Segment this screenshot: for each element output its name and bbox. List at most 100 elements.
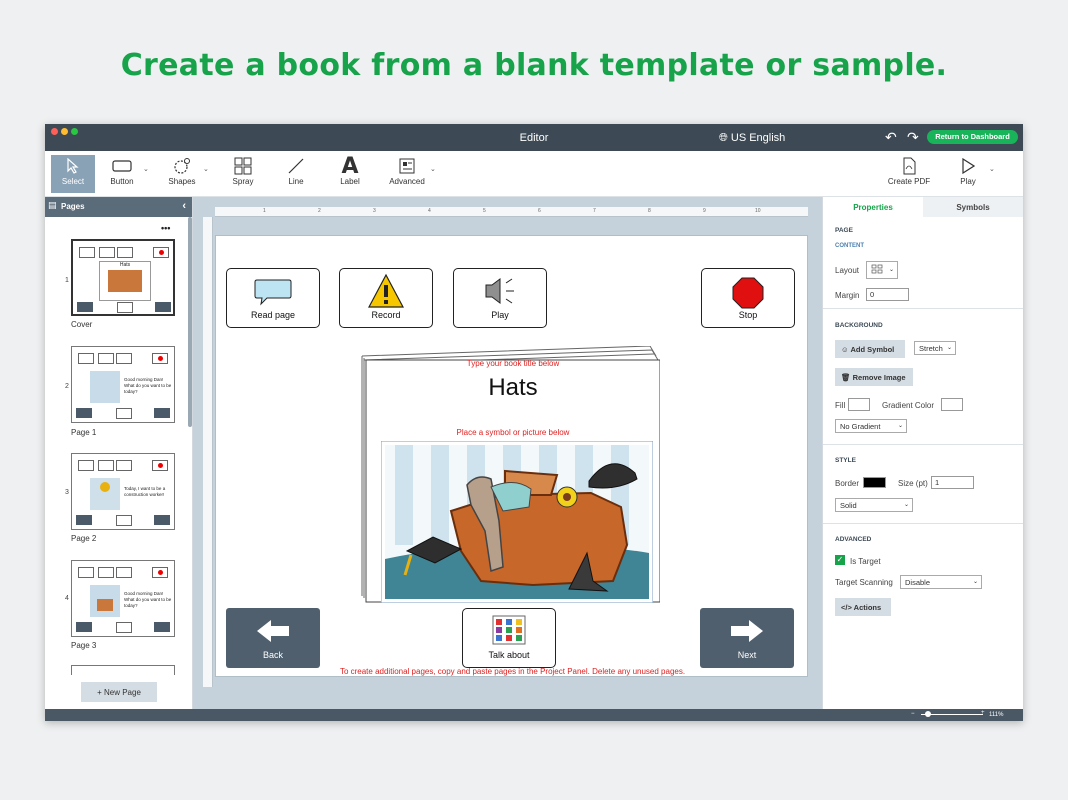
button-chevron-down-icon[interactable]: ⌄ — [143, 165, 149, 173]
talk-about-button[interactable]: Talk about — [462, 608, 556, 668]
thumb-picture — [90, 585, 120, 617]
thumb-number: 2 — [65, 383, 69, 390]
record-button[interactable]: Record — [339, 268, 433, 328]
chevron-down-icon: ⌄ — [946, 345, 952, 351]
collapse-panel-icon[interactable]: ‹ — [182, 200, 186, 212]
headline: Create a book from a blank template or s… — [120, 48, 948, 83]
ruler-horizontal: 1 2 3 4 5 6 7 8 9 10 — [215, 207, 808, 217]
shapes-chevron-down-icon[interactable]: ⌄ — [203, 165, 209, 173]
window-title: Editor — [519, 132, 549, 144]
language-selector[interactable]: 🌐︎ US English — [719, 132, 785, 145]
grid-icon — [221, 155, 265, 177]
advanced-icon — [385, 155, 429, 177]
style-section-title: STYLE — [835, 457, 856, 464]
fill-color-swatch[interactable] — [848, 398, 870, 411]
play-chevron-down-icon[interactable]: ⌄ — [989, 165, 995, 173]
undo-icon[interactable]: ↶ — [885, 129, 897, 146]
zoom-level: 111% — [989, 712, 1004, 718]
chevron-down-icon: ⌄ — [972, 579, 978, 585]
arrow-left-icon — [257, 620, 289, 642]
zoom-out-icon[interactable]: − — [911, 711, 915, 717]
content-section-title: CONTENT — [835, 243, 864, 249]
ruler-vertical — [203, 217, 213, 687]
page-thumbnail-page-1[interactable]: Good morning Dan! What do you want to be… — [71, 346, 175, 423]
play-audio-button[interactable]: Play — [453, 268, 547, 328]
advanced-tool[interactable]: Advanced — [385, 155, 429, 193]
thumb-menu-icon[interactable]: ••• — [161, 223, 170, 233]
book-title[interactable]: Hats — [366, 374, 660, 402]
create-pdf-label: Create PDF — [887, 177, 931, 186]
page-thumbnail-page-2[interactable]: Today, I want to be a construction worke… — [71, 453, 175, 530]
thumb-label: Page 1 — [71, 428, 97, 437]
stretch-select[interactable]: Stretch ⌄ — [914, 341, 956, 355]
border-color-swatch[interactable] — [863, 477, 886, 488]
status-bar: − + 111% — [45, 709, 1023, 721]
page-thumbnail-page-3[interactable]: Good morning Dan! What do you want to be… — [71, 560, 175, 637]
thumb-label: Cover — [71, 320, 93, 329]
line-tool[interactable]: Line — [274, 155, 318, 193]
globe-icon: 🌐︎ — [719, 132, 728, 144]
add-symbol-icon: ☺ — [841, 345, 849, 354]
advanced-chevron-down-icon[interactable]: ⌄ — [430, 165, 436, 173]
page-thumbnail-partial[interactable] — [71, 665, 175, 675]
page-thumbnail-cover[interactable]: Hats — [71, 239, 175, 316]
symbol-grid-icon — [492, 615, 526, 645]
select-tool[interactable]: Select — [51, 155, 95, 193]
chevron-down-icon: ⌄ — [897, 423, 903, 429]
pages-scrollbar[interactable] — [188, 217, 192, 427]
copy-pages-hint: To create additional pages, copy and pas… — [339, 667, 686, 676]
cursor-icon — [51, 155, 95, 177]
return-to-dashboard-button[interactable]: Return to Dashboard — [927, 130, 1018, 144]
actions-button[interactable]: </> Actions — [835, 598, 891, 616]
create-pdf-tool[interactable]: Create PDF — [885, 155, 933, 193]
book-cover[interactable]: Type your book title below Hats Place a … — [360, 346, 660, 604]
tab-symbols[interactable]: Symbols — [923, 197, 1023, 217]
layout-icon — [871, 264, 883, 274]
warning-icon — [368, 273, 404, 308]
add-symbol-button[interactable]: ☺ Add Symbol — [835, 340, 905, 358]
size-input[interactable]: 1 — [931, 476, 974, 489]
margin-input[interactable]: 0 — [866, 288, 909, 301]
target-scanning-label: Target Scanning — [835, 578, 893, 587]
layout-select[interactable]: ⌄ — [866, 261, 898, 279]
is-target-checkbox[interactable]: ✓ — [835, 555, 845, 565]
advanced-label: Advanced — [389, 177, 425, 186]
stop-button[interactable]: Stop — [701, 268, 795, 328]
arrow-right-icon — [731, 620, 763, 642]
tab-properties[interactable]: Properties — [823, 197, 923, 217]
next-button[interactable]: Next — [700, 608, 794, 668]
shapes-icon — [160, 155, 204, 177]
book-page[interactable]: Read page Record Play Stop Type your boo… — [215, 235, 808, 677]
zoom-slider-handle[interactable] — [925, 711, 931, 717]
new-page-button[interactable]: + New Page — [81, 682, 157, 702]
pages-icon: ▤ — [48, 200, 57, 210]
redo-icon[interactable]: ↷ — [907, 129, 919, 146]
thumb-text: Good morning Dan! What do you want to be… — [124, 377, 172, 394]
button-tool[interactable]: Button — [100, 155, 144, 193]
thumb-number: 4 — [65, 595, 69, 602]
shapes-tool[interactable]: Shapes — [160, 155, 204, 193]
thumb-text: Good morning Dan! What do you want to be… — [124, 591, 172, 608]
back-button[interactable]: Back — [226, 608, 320, 668]
button-label: Button — [110, 177, 134, 186]
layout-label: Layout — [835, 266, 860, 275]
pdf-icon — [885, 155, 933, 177]
hats-picture[interactable] — [381, 441, 653, 603]
play-label: Play — [960, 177, 976, 186]
code-icon: </> — [841, 603, 852, 612]
line-label: Line — [288, 177, 304, 186]
zoom-in-icon[interactable]: + — [981, 710, 985, 716]
properties-tabs: Properties Symbols — [823, 197, 1023, 217]
line-style-select[interactable]: Solid ⌄ — [835, 498, 913, 512]
label-tool[interactable]: A Label — [328, 154, 372, 193]
remove-image-button[interactable]: 🗑︎ Remove Image — [835, 368, 913, 386]
spray-tool[interactable]: Spray — [221, 155, 265, 193]
gradient-color-swatch[interactable] — [941, 398, 963, 411]
play-tool[interactable]: Play — [946, 155, 990, 193]
target-scanning-select[interactable]: Disable ⌄ — [900, 575, 982, 589]
label-label: Label — [340, 177, 360, 186]
gradient-select[interactable]: No Gradient ⌄ — [835, 419, 907, 433]
read-page-button[interactable]: Read page — [226, 268, 320, 328]
trash-icon: 🗑︎ — [841, 373, 851, 382]
speech-bubble-icon — [254, 279, 292, 306]
